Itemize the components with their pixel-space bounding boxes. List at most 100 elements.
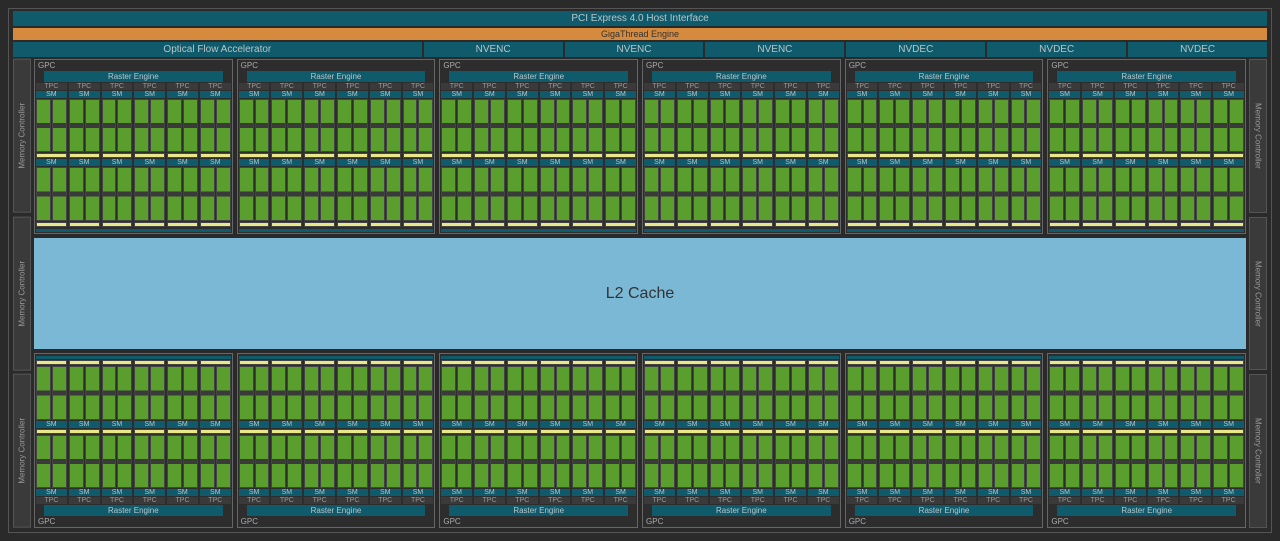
- core-group: [271, 366, 302, 419]
- sm-label: SM: [605, 421, 636, 428]
- memory-controller: Memory Controller: [1249, 374, 1267, 528]
- tensor-core: [1049, 153, 1080, 158]
- polymorph-engine: [36, 356, 231, 359]
- tpc-label: TPC: [1082, 83, 1113, 90]
- memory-controller: Memory Controller: [13, 217, 31, 371]
- core-group: [710, 167, 741, 220]
- tensor-core: [540, 153, 571, 158]
- tensor-core: [644, 153, 675, 158]
- cuda-core: [572, 435, 587, 488]
- cuda-core-row: [644, 167, 839, 220]
- tpc-label: TPC: [200, 83, 231, 90]
- cuda-core: [1098, 167, 1113, 220]
- core-group: [945, 435, 976, 488]
- tensor-core: [978, 222, 1009, 227]
- nvenc-block: NVENC: [705, 42, 844, 57]
- gpc-block: GPCRaster EngineTPCTPCTPCTPCTPCTPCSMSMSM…: [1047, 353, 1246, 528]
- cuda-core: [271, 435, 286, 488]
- cuda-core: [978, 366, 993, 419]
- cuda-core: [69, 366, 84, 419]
- gpc-block: GPCRaster EngineTPCTPCTPCTPCTPCTPCSMSMSM…: [642, 59, 841, 234]
- core-group: [978, 366, 1009, 419]
- core-group: [271, 99, 302, 152]
- tpc-label: TPC: [304, 497, 335, 504]
- cuda-core: [978, 167, 993, 220]
- tensor-row: [36, 429, 231, 434]
- sm-label: SM: [605, 159, 636, 166]
- sm-label: SM: [1049, 421, 1080, 428]
- cuda-core: [725, 99, 740, 152]
- sm-label: SM: [1213, 159, 1244, 166]
- sm-label: SM: [605, 91, 636, 98]
- tensor-row: [644, 429, 839, 434]
- cuda-core: [353, 167, 368, 220]
- cuda-core: [337, 99, 352, 152]
- tensor-row: [441, 360, 636, 365]
- sm-label: SM: [36, 91, 67, 98]
- cuda-core: [879, 366, 894, 419]
- tensor-core: [912, 153, 943, 158]
- sm-label: SM: [134, 91, 165, 98]
- sm-label: SM: [572, 159, 603, 166]
- tensor-core: [370, 222, 401, 227]
- cuda-core: [52, 167, 67, 220]
- core-group: [677, 366, 708, 419]
- tpc-label: TPC: [474, 497, 505, 504]
- tensor-core: [441, 222, 472, 227]
- core-group: [808, 99, 839, 152]
- cuda-core: [320, 99, 335, 152]
- cuda-core: [725, 167, 740, 220]
- core-group: [1011, 435, 1042, 488]
- tpc-label: TPC: [1148, 83, 1179, 90]
- tensor-row: [847, 429, 1042, 434]
- sm-label: SM: [742, 91, 773, 98]
- tpc-label: TPC: [507, 497, 538, 504]
- sm-label: SM: [474, 421, 505, 428]
- tensor-core: [271, 153, 302, 158]
- sm-label: SM: [879, 159, 910, 166]
- polymorph-engine: [36, 229, 231, 232]
- gpc-block: GPCRaster EngineTPCTPCTPCTPCTPCTPCSMSMSM…: [845, 353, 1044, 528]
- cuda-core: [928, 366, 943, 419]
- cuda-core: [677, 167, 692, 220]
- nvdec-block: NVDEC: [1128, 42, 1267, 57]
- tensor-core: [370, 429, 401, 434]
- core-group: [644, 99, 675, 152]
- cuda-core: [1148, 167, 1163, 220]
- core-group: [102, 167, 133, 220]
- cuda-core: [808, 99, 823, 152]
- sm-label: SM: [912, 159, 943, 166]
- core-group: [1082, 167, 1113, 220]
- sm-label: SM: [507, 91, 538, 98]
- tensor-core: [775, 153, 806, 158]
- cuda-core: [418, 366, 433, 419]
- tpc-label: TPC: [945, 497, 976, 504]
- tensor-core: [337, 360, 368, 365]
- tpc-label: TPC: [304, 83, 335, 90]
- tensor-core: [912, 360, 943, 365]
- core-group: [742, 99, 773, 152]
- core-group: [1082, 435, 1113, 488]
- sm-label: SM: [879, 421, 910, 428]
- tpc-label: TPC: [540, 83, 571, 90]
- cuda-core: [710, 366, 725, 419]
- tensor-core: [200, 153, 231, 158]
- core-group: [1213, 366, 1244, 419]
- tensor-core: [271, 429, 302, 434]
- tensor-core: [1011, 360, 1042, 365]
- cuda-core: [847, 167, 862, 220]
- cuda-core: [1148, 435, 1163, 488]
- raster-engine: Raster Engine: [1057, 505, 1236, 516]
- sm-label: SM: [271, 421, 302, 428]
- core-group: [304, 366, 335, 419]
- cuda-core: [370, 435, 385, 488]
- tpc-label: TPC: [775, 497, 806, 504]
- cuda-core: [621, 435, 636, 488]
- tpc-label: TPC: [879, 83, 910, 90]
- core-group: [644, 366, 675, 419]
- core-group: [605, 167, 636, 220]
- cuda-core: [1196, 99, 1211, 152]
- cuda-core: [69, 167, 84, 220]
- cuda-core: [895, 435, 910, 488]
- cuda-core: [961, 435, 976, 488]
